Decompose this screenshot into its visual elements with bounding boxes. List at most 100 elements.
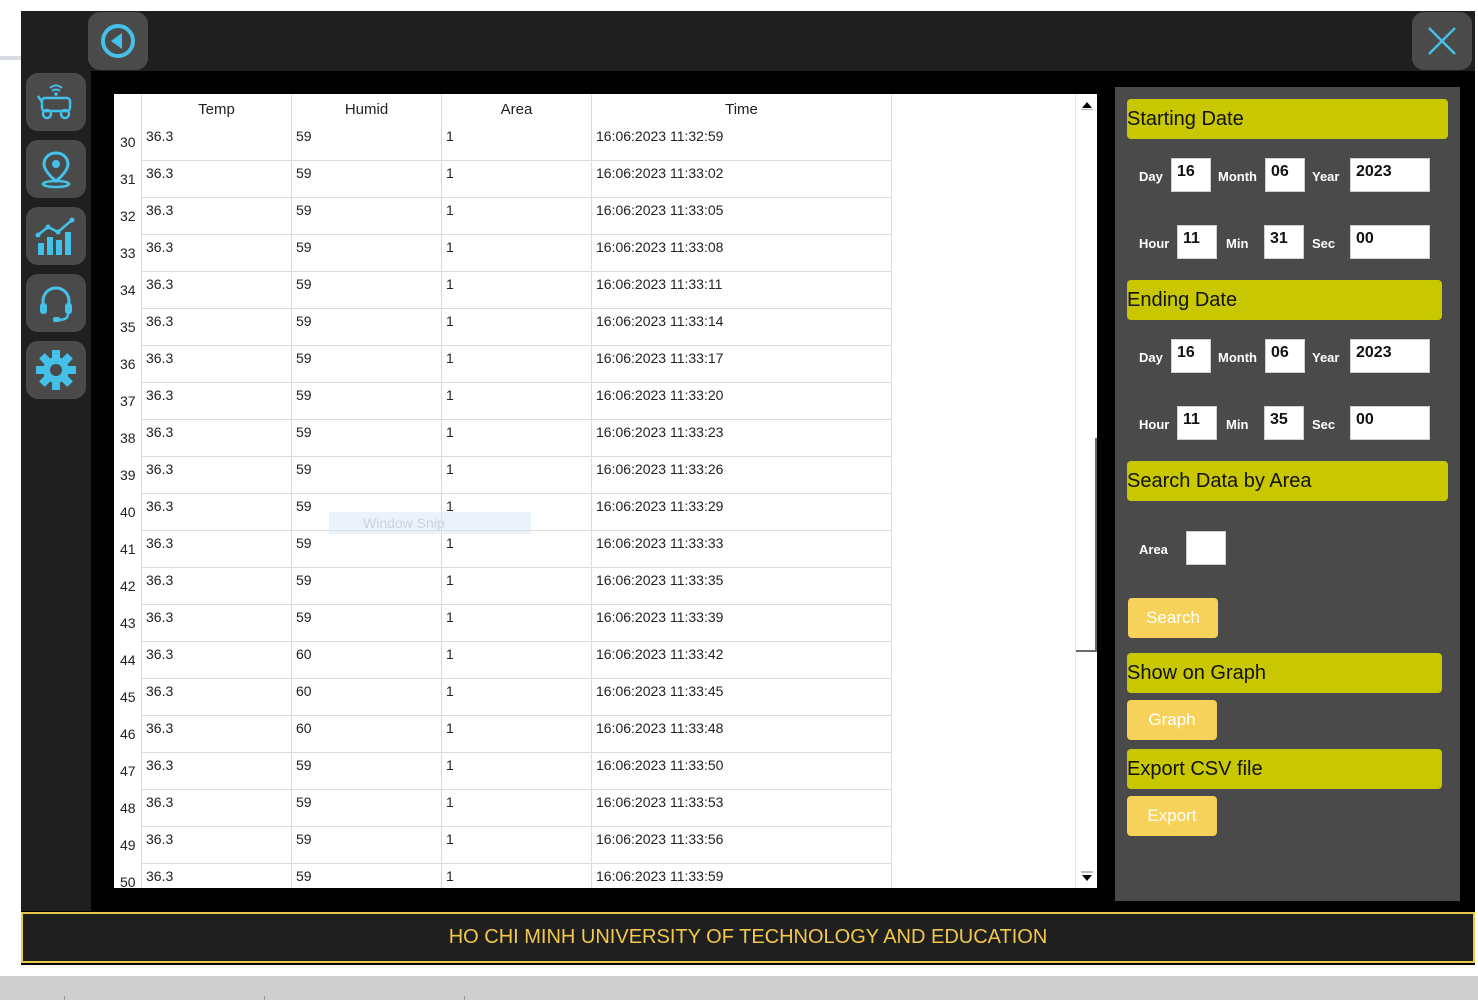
cell-time[interactable]: 16:06:2023 11:33:02 <box>592 161 892 198</box>
row-number[interactable]: 40 <box>114 494 142 531</box>
cell-area[interactable]: 1 <box>442 642 592 679</box>
row-number[interactable]: 42 <box>114 568 142 605</box>
cell-temp[interactable]: 36.3 <box>142 124 292 161</box>
cell-humid[interactable]: 59 <box>292 753 442 790</box>
cell-temp[interactable]: 36.3 <box>142 161 292 198</box>
cell-time[interactable]: 16:06:2023 11:33:53 <box>592 790 892 827</box>
cell-humid[interactable]: 59 <box>292 827 442 864</box>
column-header-area[interactable]: Area <box>442 94 592 124</box>
scroll-down-button[interactable] <box>1076 866 1097 888</box>
scroll-thumb[interactable] <box>1076 438 1097 652</box>
row-number[interactable]: 34 <box>114 272 142 309</box>
cell-area[interactable]: 1 <box>442 679 592 716</box>
cell-time[interactable]: 16:06:2023 11:33:08 <box>592 235 892 272</box>
end-min-input[interactable]: 35 <box>1264 406 1304 440</box>
cell-area[interactable]: 1 <box>442 198 592 235</box>
cell-temp[interactable]: 36.3 <box>142 679 292 716</box>
cell-area[interactable]: 1 <box>442 346 592 383</box>
row-number[interactable]: 43 <box>114 605 142 642</box>
sidebar-item-location[interactable] <box>26 140 86 198</box>
row-number[interactable]: 38 <box>114 420 142 457</box>
cell-area[interactable]: 1 <box>442 790 592 827</box>
cell-temp[interactable]: 36.3 <box>142 383 292 420</box>
cell-temp[interactable]: 36.3 <box>142 605 292 642</box>
table-row[interactable]: 33 36.3 59 1 16:06:2023 11:33:08 <box>114 235 892 272</box>
cell-area[interactable]: 1 <box>442 124 592 161</box>
table-row[interactable]: 45 36.3 60 1 16:06:2023 11:33:45 <box>114 679 892 716</box>
back-button[interactable] <box>88 12 148 70</box>
row-number[interactable]: 49 <box>114 827 142 864</box>
cell-time[interactable]: 16:06:2023 11:33:35 <box>592 568 892 605</box>
cell-area[interactable]: 1 <box>442 272 592 309</box>
cell-time[interactable]: 16:06:2023 11:33:11 <box>592 272 892 309</box>
start-year-input[interactable]: 2023 <box>1350 158 1430 192</box>
row-number[interactable]: 45 <box>114 679 142 716</box>
row-number[interactable]: 46 <box>114 716 142 753</box>
row-number[interactable]: 41 <box>114 531 142 568</box>
sidebar-item-support[interactable] <box>26 274 86 332</box>
cell-humid[interactable]: 59 <box>292 383 442 420</box>
cell-temp[interactable]: 36.3 <box>142 790 292 827</box>
row-number[interactable]: 50 <box>114 864 142 888</box>
cell-humid[interactable]: 59 <box>292 531 442 568</box>
cell-temp[interactable]: 36.3 <box>142 235 292 272</box>
data-table[interactable]: Temp Humid Area Time 30 36.3 59 1 16:06:2023… <box>114 94 1097 888</box>
column-header-humid[interactable]: Humid <box>292 94 442 124</box>
cell-time[interactable]: 16:06:2023 11:33:29 <box>592 494 892 531</box>
cell-time[interactable]: 16:06:2023 11:33:42 <box>592 642 892 679</box>
cell-temp[interactable]: 36.3 <box>142 642 292 679</box>
cell-time[interactable]: 16:06:2023 11:33:45 <box>592 679 892 716</box>
cell-time[interactable]: 16:06:2023 11:33:39 <box>592 605 892 642</box>
cell-humid[interactable]: 59 <box>292 605 442 642</box>
cell-time[interactable]: 16:06:2023 11:33:56 <box>592 827 892 864</box>
end-year-input[interactable]: 2023 <box>1350 339 1430 373</box>
cell-area[interactable]: 1 <box>442 420 592 457</box>
cell-humid[interactable]: 59 <box>292 790 442 827</box>
cell-humid[interactable]: 60 <box>292 716 442 753</box>
cell-area[interactable]: 1 <box>442 235 592 272</box>
cell-area[interactable]: 1 <box>442 716 592 753</box>
start-month-input[interactable]: 06 <box>1265 158 1305 192</box>
export-button[interactable]: Export <box>1127 796 1217 836</box>
cell-time[interactable]: 16:06:2023 11:32:59 <box>592 124 892 161</box>
cell-temp[interactable]: 36.3 <box>142 420 292 457</box>
row-number[interactable]: 33 <box>114 235 142 272</box>
cell-area[interactable]: 1 <box>442 309 592 346</box>
cell-temp[interactable]: 36.3 <box>142 531 292 568</box>
table-row[interactable]: 35 36.3 59 1 16:06:2023 11:33:14 <box>114 309 892 346</box>
start-sec-input[interactable]: 00 <box>1350 225 1430 259</box>
table-row[interactable]: 47 36.3 59 1 16:06:2023 11:33:50 <box>114 753 892 790</box>
start-day-input[interactable]: 16 <box>1171 158 1211 192</box>
cell-area[interactable]: 1 <box>442 531 592 568</box>
cell-time[interactable]: 16:06:2023 11:33:23 <box>592 420 892 457</box>
start-hour-input[interactable]: 11 <box>1177 225 1217 259</box>
cell-humid[interactable]: 59 <box>292 124 442 161</box>
table-row[interactable]: 39 36.3 59 1 16:06:2023 11:33:26 <box>114 457 892 494</box>
cell-time[interactable]: 16:06:2023 11:33:20 <box>592 383 892 420</box>
table-row[interactable]: 49 36.3 59 1 16:06:2023 11:33:56 <box>114 827 892 864</box>
cell-time[interactable]: 16:06:2023 11:33:33 <box>592 531 892 568</box>
cell-humid[interactable]: 59 <box>292 457 442 494</box>
cell-area[interactable]: 1 <box>442 161 592 198</box>
close-button[interactable] <box>1412 12 1472 70</box>
table-row[interactable]: 30 36.3 59 1 16:06:2023 11:32:59 <box>114 124 892 161</box>
cell-temp[interactable]: 36.3 <box>142 568 292 605</box>
table-row[interactable]: 50 36.3 59 1 16:06:2023 11:33:59 <box>114 864 892 888</box>
scroll-up-button[interactable] <box>1076 94 1097 116</box>
cell-temp[interactable]: 36.3 <box>142 753 292 790</box>
cell-area[interactable]: 1 <box>442 568 592 605</box>
cell-humid[interactable]: 59 <box>292 198 442 235</box>
end-sec-input[interactable]: 00 <box>1350 406 1430 440</box>
cell-humid[interactable]: 59 <box>292 272 442 309</box>
cell-area[interactable]: 1 <box>442 864 592 888</box>
table-row[interactable]: 48 36.3 59 1 16:06:2023 11:33:53 <box>114 790 892 827</box>
cell-humid[interactable]: 60 <box>292 642 442 679</box>
cell-humid[interactable]: 59 <box>292 235 442 272</box>
sidebar-item-statistics[interactable] <box>26 207 86 265</box>
cell-temp[interactable]: 36.3 <box>142 716 292 753</box>
row-number[interactable]: 32 <box>114 198 142 235</box>
cell-time[interactable]: 16:06:2023 11:33:17 <box>592 346 892 383</box>
cell-humid[interactable]: 59 <box>292 346 442 383</box>
cell-area[interactable]: 1 <box>442 753 592 790</box>
row-number[interactable]: 31 <box>114 161 142 198</box>
